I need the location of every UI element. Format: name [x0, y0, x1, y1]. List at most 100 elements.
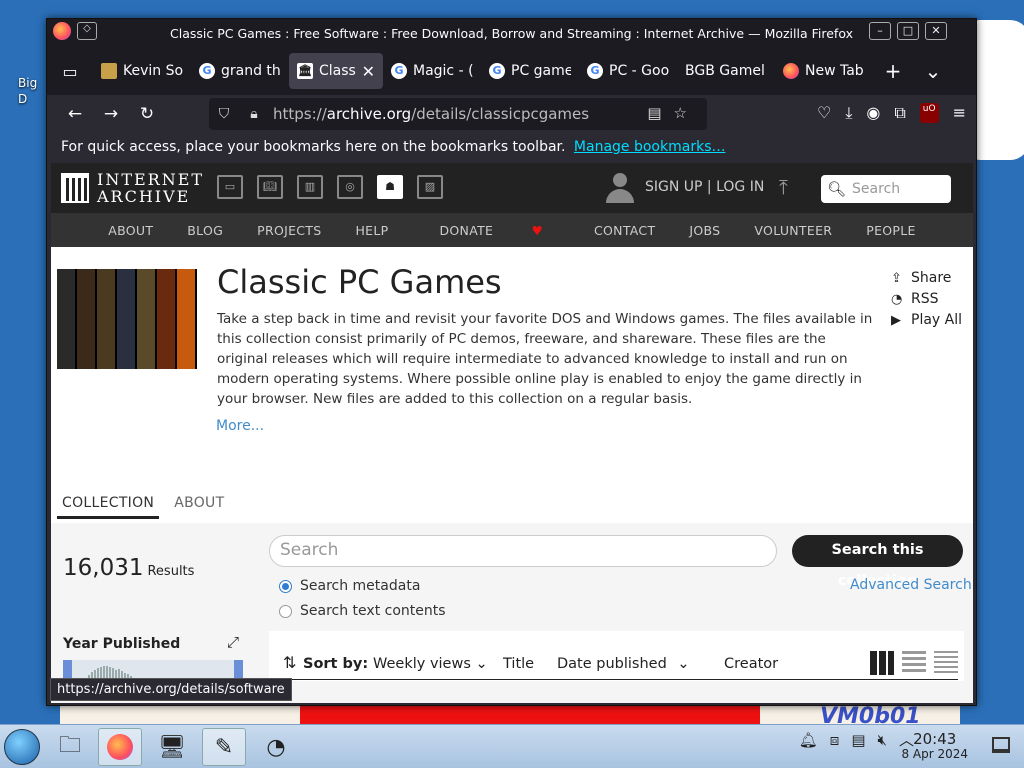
notification-icon[interactable]: 🔔︎	[799, 731, 818, 749]
logo-line2: ARCHIVE	[97, 187, 191, 206]
nav-blog[interactable]: BLOG	[170, 223, 240, 238]
show-desktop-button[interactable]	[992, 737, 1010, 753]
taskbar: 🗀 🖥 ✎ ◔ 🔔︎ ⧈ ▤ 🔇︎ ︿ 20:43 8 Apr 2024	[0, 724, 1024, 768]
sort-creator[interactable]: Creator	[724, 656, 778, 672]
url-bar[interactable]: ⛉ 🔒︎ https://archive.org/details/classic…	[209, 98, 707, 130]
clock-date: 8 Apr 2024	[901, 747, 968, 761]
play-all-link[interactable]: ▶ Play All	[891, 310, 962, 331]
ia-search-input[interactable]: 🔍︎ Search	[821, 175, 951, 203]
manage-bookmarks-link[interactable]: Manage bookmarks…	[574, 139, 726, 155]
pocket-icon[interactable]: ♡	[817, 103, 831, 123]
url-prefix: https://	[273, 105, 327, 123]
more-link[interactable]: More...	[216, 418, 264, 434]
new-tab-button[interactable]: +	[873, 59, 913, 83]
gauge-icon[interactable]: ◔	[254, 728, 298, 766]
expand-icon[interactable]: ⤢	[227, 633, 239, 651]
advanced-search-link[interactable]: Advanced Search	[850, 577, 972, 593]
sort-title[interactable]: Title	[503, 656, 534, 672]
tab-favicon	[101, 63, 117, 79]
ia-logo[interactable]: INTERNET ARCHIVE	[61, 171, 204, 205]
forward-icon[interactable]: →	[93, 104, 129, 124]
nav-about[interactable]: ABOUT	[91, 223, 170, 238]
nav-people[interactable]: PEOPLE	[849, 223, 932, 238]
web-icon[interactable]: ▭	[217, 175, 243, 199]
sort-weekly-views[interactable]: Weekly views ⌄	[373, 656, 488, 672]
rss-link[interactable]: ◔ RSS	[891, 289, 962, 310]
nav-help[interactable]: HELP	[338, 223, 405, 238]
video-icon[interactable]: ▥	[297, 175, 323, 199]
tab-kevin[interactable]: Kevin So	[93, 53, 191, 89]
nav-projects[interactable]: PROJECTS	[240, 223, 338, 238]
tab-label: grand th	[221, 63, 281, 79]
share-link[interactable]: ⇪ Share	[891, 268, 962, 289]
ia-sub-nav: ABOUT BLOG PROJECTS HELP DONATE ♥ CONTAC…	[51, 213, 973, 247]
tab-label: PC - Goo	[609, 63, 669, 79]
minimize-button[interactable]: –	[869, 22, 891, 40]
software-icon[interactable]: ☗	[377, 175, 403, 199]
tab-bgb[interactable]: BGB Gamel	[677, 53, 775, 89]
back-icon[interactable]: ←	[57, 104, 93, 124]
collection-description: Take a step back in time and revisit you…	[217, 311, 873, 407]
user-avatar-icon[interactable]	[606, 173, 634, 203]
tab-label: BGB Gamel	[685, 63, 765, 79]
tab-grand[interactable]: Ggrand th	[191, 53, 289, 89]
view-toggles	[870, 651, 958, 675]
tab-pc-game[interactable]: G PC game	[481, 53, 579, 89]
sort-direction-icon[interactable]: ⇅	[283, 653, 296, 672]
clipboard-icon[interactable]: ▤	[851, 731, 865, 749]
grid-view-icon[interactable]	[870, 651, 894, 675]
tab-label: Magic - (	[413, 63, 473, 79]
close-tab-icon[interactable]: ✕	[362, 62, 375, 81]
volume-muted-icon[interactable]: 🔇︎	[878, 731, 887, 749]
radio-search-text[interactable]: Search text contents	[279, 603, 446, 619]
file-manager-icon[interactable]: 🗀	[48, 728, 92, 766]
tab-magic[interactable]: G Magic - (	[383, 53, 481, 89]
menu-icon[interactable]: ≡	[953, 103, 966, 123]
compact-list-view-icon[interactable]	[934, 651, 958, 675]
network-icon[interactable]: ⧈	[830, 731, 840, 749]
upload-icon[interactable]: ⤒	[779, 175, 788, 199]
title-bar: ◇ Classic PC Games : Free Software : Fre…	[47, 19, 976, 47]
notepad-icon[interactable]: ✎	[202, 728, 246, 766]
images-icon[interactable]: ▨	[417, 175, 443, 199]
downloads-icon[interactable]: ⤓	[845, 103, 852, 123]
ia-top-nav: INTERNET ARCHIVE ▭ 📖︎ ▥ ◎ ☗ ▨ SIGN UP | L…	[51, 163, 973, 213]
nav-volunteer[interactable]: VOLUNTEER	[737, 223, 849, 238]
extensions-icon[interactable]: ⧉	[894, 103, 905, 123]
nav-contact[interactable]: CONTACT	[577, 223, 672, 238]
reader-bookmark-icons[interactable]: ▤☆	[647, 104, 699, 122]
search-collection-button[interactable]: Search this collection	[792, 535, 963, 589]
ublock-icon[interactable]: uO	[919, 103, 939, 123]
desktop-icon-label[interactable]: Big D	[18, 75, 37, 107]
media-type-icons: ▭ 📖︎ ▥ ◎ ☗ ▨	[217, 175, 443, 199]
tab-new-tab[interactable]: New Tab	[775, 53, 873, 89]
maximize-button[interactable]: □	[897, 22, 919, 40]
archive-icon: 🏛	[297, 63, 313, 79]
clock[interactable]: 20:43 8 Apr 2024	[901, 732, 968, 762]
signup-login-link[interactable]: SIGN UP | LOG IN	[645, 179, 764, 195]
texts-icon[interactable]: 📖︎	[257, 175, 283, 199]
tab-classic-pc-games[interactable]: 🏛 Classi ✕	[289, 53, 383, 89]
shield-icon[interactable]: ⛉	[209, 106, 239, 122]
close-button[interactable]: ✕	[925, 22, 947, 40]
google-icon: G	[489, 63, 505, 79]
nav-donate[interactable]: DONATE ♥	[405, 223, 577, 238]
firefox-taskbar-icon[interactable]	[98, 728, 142, 766]
sort-date-published[interactable]: Date published ⌄	[557, 656, 690, 672]
collection-search-input[interactable]: Search	[269, 535, 777, 567]
account-icon[interactable]: ◉	[866, 103, 880, 123]
start-button[interactable]	[4, 729, 40, 765]
tab-collection[interactable]: COLLECTION	[57, 489, 160, 519]
list-tabs-icon[interactable]: ⌄	[913, 59, 953, 83]
firefox-view-icon[interactable]: ▭	[47, 47, 93, 95]
remote-desktop-icon[interactable]: 🖥	[150, 728, 194, 766]
tab-about[interactable]: ABOUT	[169, 489, 229, 519]
nav-jobs[interactable]: JOBS	[672, 223, 737, 238]
list-detail-view-icon[interactable]	[902, 651, 926, 675]
url-text[interactable]: https://archive.org/details/classicpcgam…	[273, 105, 589, 123]
audio-icon[interactable]: ◎	[337, 175, 363, 199]
reload-icon[interactable]: ↻	[129, 104, 165, 124]
radio-search-metadata[interactable]: Search metadata	[279, 578, 420, 594]
tab-pc-goo[interactable]: G PC - Goo	[579, 53, 677, 89]
lock-icon[interactable]: 🔒︎	[239, 106, 269, 122]
